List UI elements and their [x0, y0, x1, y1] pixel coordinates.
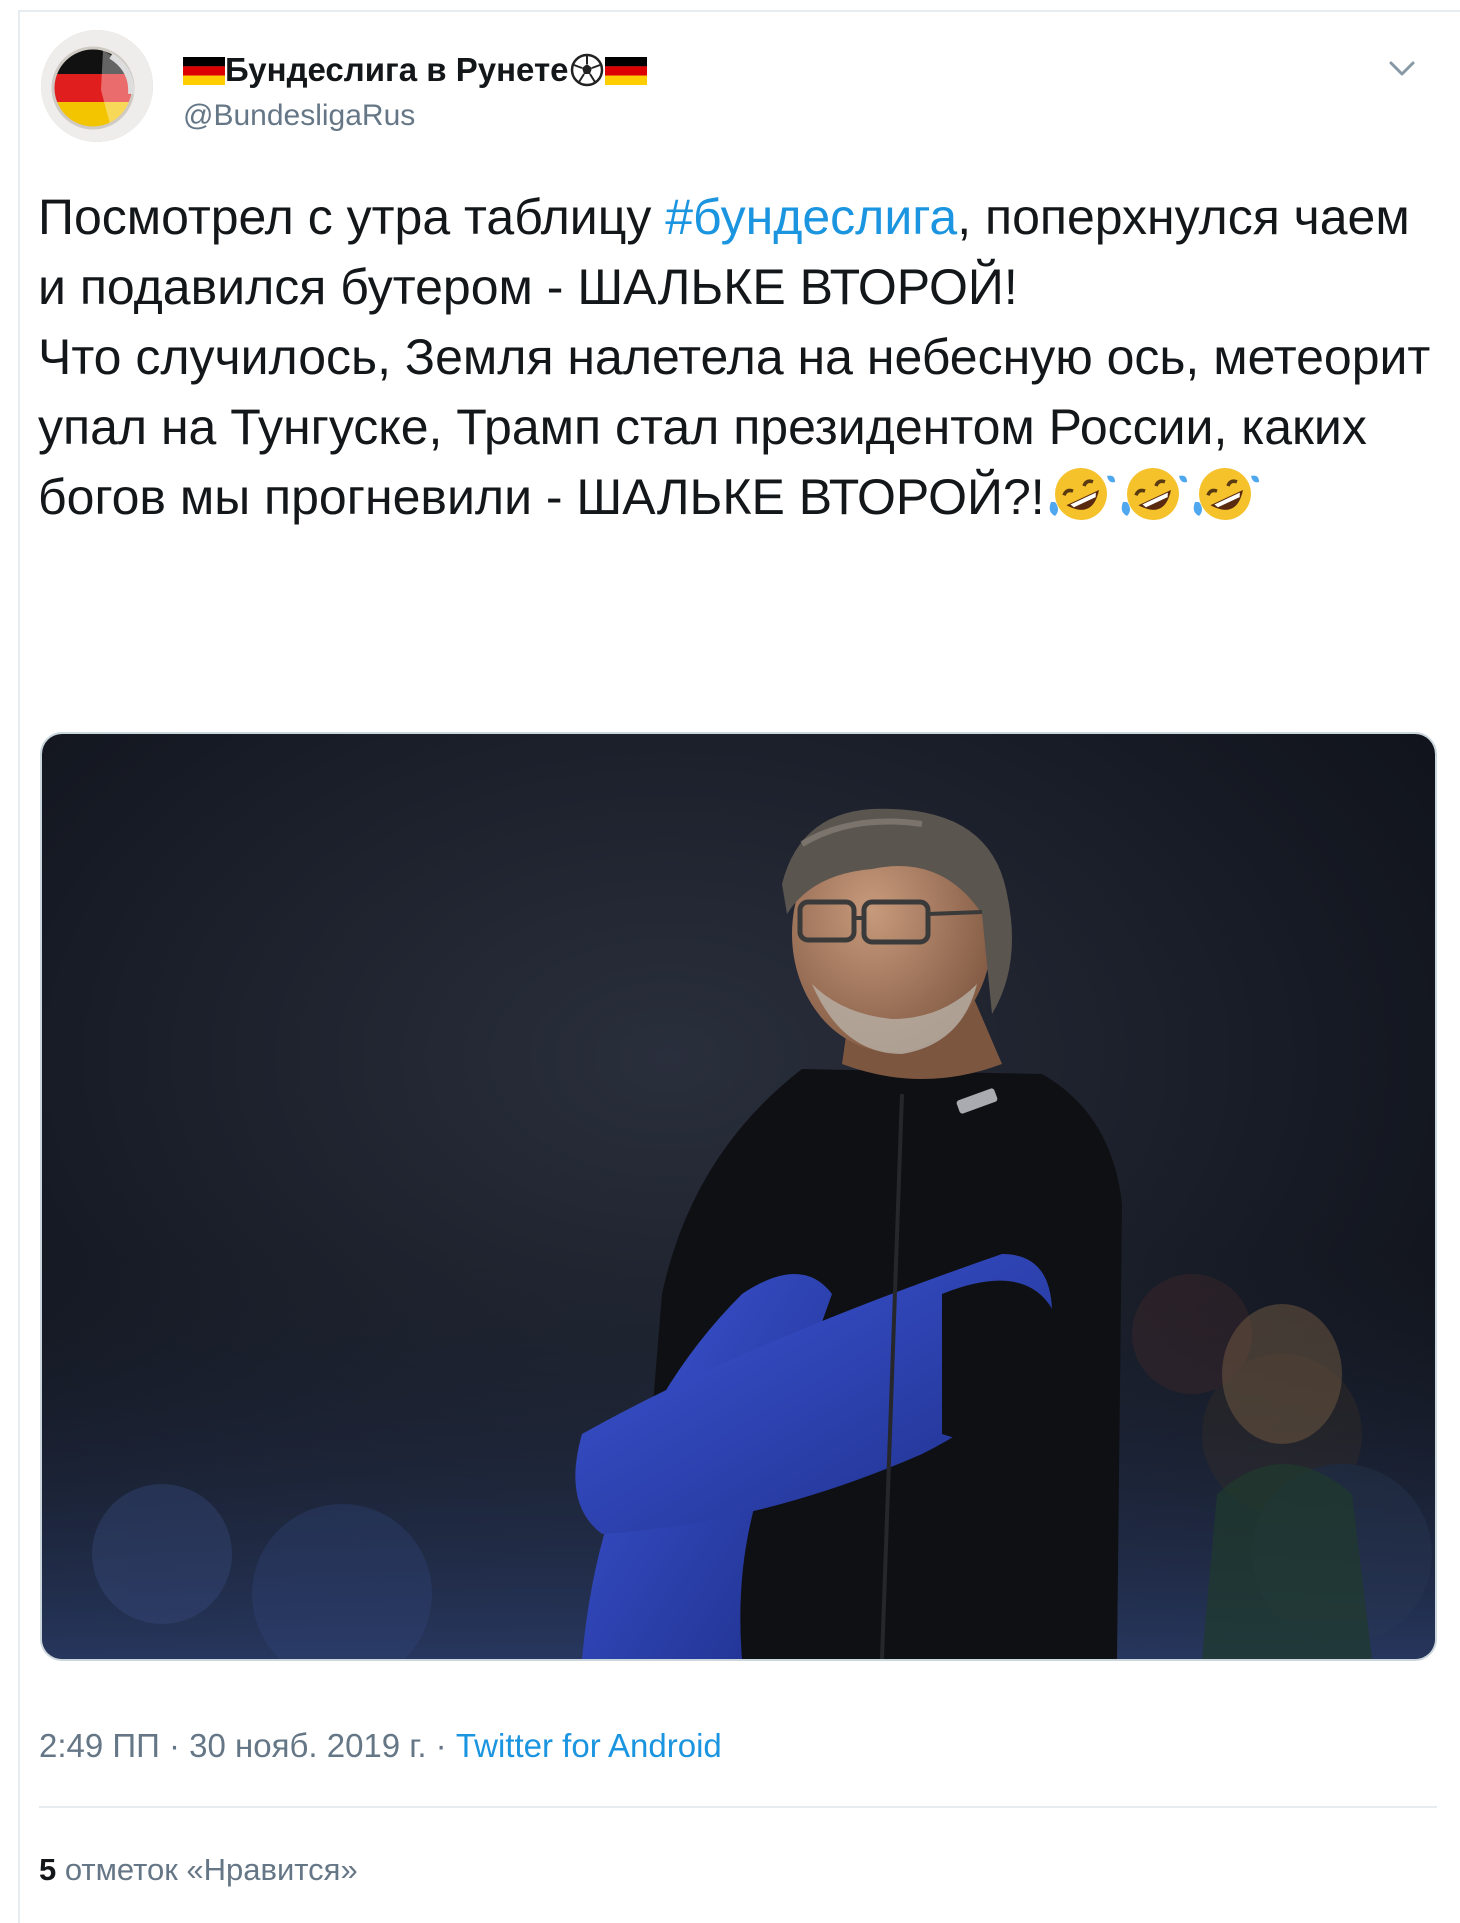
tweet-paragraph-2: Что случилось, Земля налетела на небесну…: [38, 322, 1438, 532]
author-name-line[interactable]: Бундеслига в Рунете: [183, 50, 647, 90]
avatar-image: [41, 30, 153, 142]
tweet-text-segment: Посмотрел с утра таблицу: [38, 189, 666, 245]
flag-germany-icon: [183, 57, 225, 85]
likes-label: отметок «Нравится»: [56, 1852, 358, 1887]
tweet-date[interactable]: 30 нояб. 2019 г.: [189, 1727, 426, 1764]
tweet-paragraph-1: Посмотрел с утра таблицу #бундеслига, по…: [38, 182, 1438, 322]
rolling-laughing-icon: [1193, 468, 1259, 520]
hashtag-link[interactable]: #бундеслига: [665, 189, 957, 245]
tweet-meta: 2:49 ПП · 30 нояб. 2019 г. · Twitter for…: [39, 1726, 722, 1766]
likes-count: 5: [39, 1852, 57, 1887]
rolling-laughing-icon: [1121, 468, 1187, 520]
tweet-menu-button[interactable]: [1382, 48, 1422, 88]
meta-separator: ·: [426, 1727, 456, 1764]
author-name: Бундеслига в Рунете: [225, 51, 569, 88]
avatar[interactable]: [41, 30, 153, 142]
chevron-down-icon: [1389, 61, 1415, 76]
rolling-laughing-icon: [1049, 468, 1115, 520]
tweet-text: Посмотрел с утра таблицу #бундеслига, по…: [38, 182, 1438, 532]
likes-count-link[interactable]: 5 отметок «Нравится»: [39, 1850, 358, 1890]
tweet-source-link[interactable]: Twitter for Android: [456, 1727, 722, 1764]
meta-separator: ·: [159, 1727, 190, 1764]
flag-germany-icon: [604, 57, 647, 85]
soccer-ball-icon: [570, 53, 603, 87]
tweet-time[interactable]: 2:49 ПП: [39, 1727, 160, 1764]
divider: [39, 1806, 1437, 1808]
tweet-photo[interactable]: [40, 732, 1437, 1661]
photo-coach-arms-crossed: [42, 734, 1435, 1659]
author-handle[interactable]: @BundesligaRus: [183, 98, 415, 134]
